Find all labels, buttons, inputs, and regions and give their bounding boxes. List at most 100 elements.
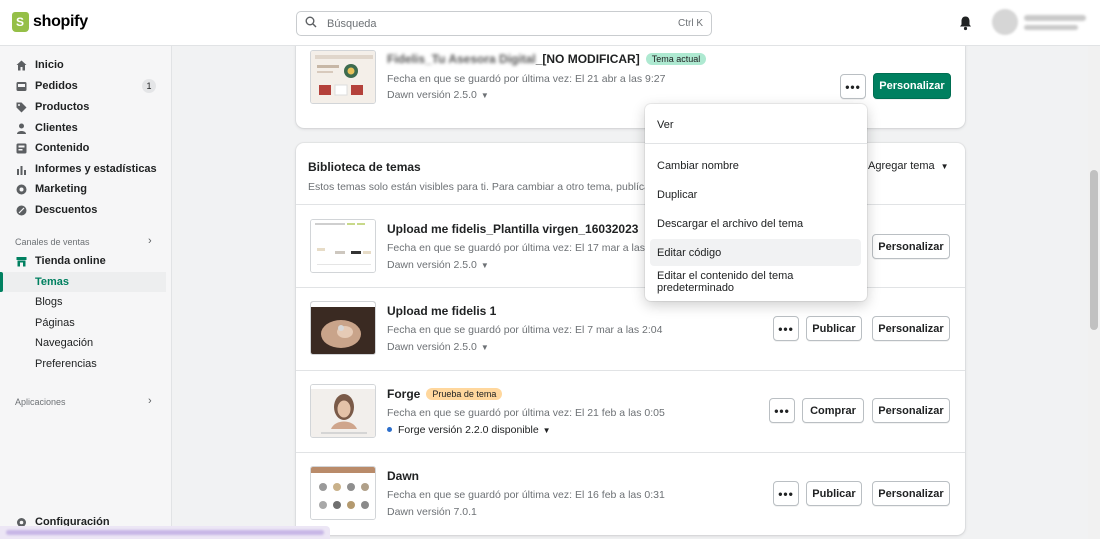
customize-button[interactable]: Personalizar — [872, 316, 950, 341]
search-bar[interactable]: Ctrl K — [296, 11, 712, 36]
sidebar-item-clientes[interactable]: Clientes — [0, 118, 168, 138]
sidebar-item-preferencias[interactable]: Preferencias — [0, 354, 166, 374]
store-icon — [16, 256, 27, 266]
chevron-right-icon[interactable]: › — [148, 395, 152, 407]
customize-button[interactable]: Personalizar — [872, 481, 950, 506]
current-theme-name: Fidelis_Tu Asesora Digital_[NO MODIFICAR… — [387, 52, 707, 66]
person-icon — [17, 123, 26, 134]
customize-button[interactable]: Personalizar — [872, 398, 950, 423]
theme-thumbnail — [310, 466, 376, 520]
sidebar-item-label: Clientes — [35, 122, 78, 134]
current-theme-thumbnail — [310, 50, 376, 104]
main-content: Fidelis_Tu Asesora Digital_[NO MODIFICAR… — [172, 46, 1100, 539]
sidebar-item-pedidos[interactable]: Pedidos 1 — [0, 76, 168, 96]
menu-item-duplicar[interactable]: Duplicar — [650, 181, 861, 208]
menu-divider — [645, 143, 867, 144]
scrollbar[interactable] — [1088, 46, 1100, 539]
brand-name: shopify — [33, 13, 88, 30]
link-preview-bar — [0, 526, 330, 539]
theme-name: Upload me fidelis_Plantilla virgen_16032… — [387, 222, 639, 236]
content-icon — [16, 143, 27, 153]
theme-actions-menu: Ver Cambiar nombre Duplicar Descargar el… — [645, 104, 867, 301]
sidebar-item-label: Inicio — [35, 59, 64, 71]
current-theme-saved-date: Fecha en que se guardó por última vez: E… — [387, 73, 666, 85]
theme-thumbnail — [310, 384, 376, 438]
scrollbar-thumb[interactable] — [1090, 170, 1098, 330]
shopify-bag-icon — [12, 12, 29, 32]
sidebar-item-tienda-online[interactable]: Tienda online — [0, 251, 168, 271]
shopify-logo[interactable]: shopify — [12, 12, 88, 32]
search-shortcut: Ctrl K — [678, 18, 703, 29]
sidebar-item-label: Tienda online — [35, 255, 106, 267]
divider — [296, 452, 965, 453]
apps-label: Aplicaciones — [15, 397, 66, 407]
orders-icon — [16, 81, 27, 91]
theme-saved-date: Fecha en que se guardó por última vez: E… — [387, 324, 663, 336]
sidebar-item-paginas[interactable]: Páginas — [0, 313, 166, 333]
orders-count-badge: 1 — [142, 79, 156, 93]
search-input[interactable] — [323, 17, 678, 30]
bell-icon[interactable] — [958, 15, 973, 31]
theme-name: Forge Prueba de tema — [387, 387, 503, 401]
menu-item-editar-contenido[interactable]: Editar el contenido del tema predetermin… — [650, 268, 861, 295]
menu-item-cambiar-nombre[interactable]: Cambiar nombre — [650, 152, 861, 179]
theme-more-button[interactable]: ••• — [773, 316, 799, 341]
current-theme-version[interactable]: Dawn versión 2.5.0 ▼ — [387, 89, 489, 101]
theme-version[interactable]: Forge versión 2.2.0 disponible ▼ — [387, 424, 551, 436]
caret-down-icon: ▼ — [480, 343, 489, 352]
theme-version[interactable]: Dawn versión 2.5.0 ▼ — [387, 259, 489, 271]
theme-version: Dawn versión 7.0.1 — [387, 506, 477, 518]
theme-more-button[interactable]: ••• — [773, 481, 799, 506]
publish-button[interactable]: Publicar — [806, 481, 862, 506]
theme-version[interactable]: Dawn versión 2.5.0 ▼ — [387, 341, 489, 353]
account-name-blurred — [1024, 14, 1086, 30]
sidebar-item-navegacion[interactable]: Navegación — [0, 333, 166, 353]
add-theme-button[interactable]: Agregar tema ▼ — [868, 160, 949, 172]
analytics-icon — [17, 165, 26, 175]
sidebar-item-label: Informes y estadísticas — [35, 163, 157, 175]
theme-saved-date: Fecha en que se guardó por última vez: E… — [387, 242, 669, 254]
publish-button[interactable]: Publicar — [806, 316, 862, 341]
sidebar-item-marketing[interactable]: Marketing — [0, 179, 168, 199]
sidebar-item-blogs[interactable]: Blogs — [0, 292, 166, 312]
theme-saved-date: Fecha en que se guardó por última vez: E… — [387, 407, 665, 419]
sidebar-item-temas[interactable]: Temas — [0, 272, 166, 292]
theme-name: Upload me fidelis 1 — [387, 304, 497, 318]
theme-thumbnail — [310, 219, 376, 273]
theme-trial-badge: Prueba de tema — [426, 388, 503, 400]
customize-button[interactable]: Personalizar — [872, 234, 950, 259]
theme-more-button[interactable]: ••• — [769, 398, 795, 423]
sidebar-item-contenido[interactable]: Contenido — [0, 138, 168, 158]
current-theme-more-button[interactable]: ••• — [840, 74, 866, 99]
menu-item-descargar[interactable]: Descargar el archivo del tema — [650, 210, 861, 237]
current-theme-badge: Tema actual — [645, 53, 707, 65]
sidebar-item-productos[interactable]: Productos — [0, 97, 168, 117]
caret-down-icon: ▼ — [940, 162, 949, 171]
theme-name: Dawn — [387, 469, 420, 483]
sales-channels-label: Canales de ventas — [15, 237, 90, 247]
library-title: Biblioteca de temas — [308, 160, 421, 174]
sidebar: Inicio Pedidos 1 Productos Clientes Cont… — [0, 46, 172, 539]
home-icon — [16, 60, 27, 70]
theme-thumbnail — [310, 301, 376, 355]
search-icon — [305, 16, 323, 31]
caret-down-icon: ▼ — [480, 261, 489, 270]
discount-icon — [16, 205, 27, 215]
sidebar-item-label: Descuentos — [35, 204, 98, 216]
sidebar-item-informes[interactable]: Informes y estadísticas — [0, 159, 168, 179]
tag-icon — [16, 102, 27, 112]
menu-item-ver[interactable]: Ver — [650, 111, 861, 138]
marketing-icon — [16, 184, 27, 194]
top-bar: shopify Ctrl K — [0, 0, 1100, 46]
account-menu[interactable] — [992, 9, 1086, 35]
customize-button[interactable]: Personalizar — [873, 73, 951, 99]
sidebar-item-label: Marketing — [35, 183, 87, 195]
sidebar-item-inicio[interactable]: Inicio — [0, 55, 168, 75]
menu-item-editar-codigo[interactable]: Editar código — [650, 239, 861, 266]
sidebar-item-label: Pedidos — [35, 80, 78, 92]
sidebar-item-descuentos[interactable]: Descuentos — [0, 200, 168, 220]
caret-down-icon: ▼ — [480, 91, 489, 100]
update-dot-icon — [387, 427, 392, 432]
chevron-right-icon[interactable]: › — [148, 235, 152, 247]
buy-button[interactable]: Comprar — [802, 398, 864, 423]
